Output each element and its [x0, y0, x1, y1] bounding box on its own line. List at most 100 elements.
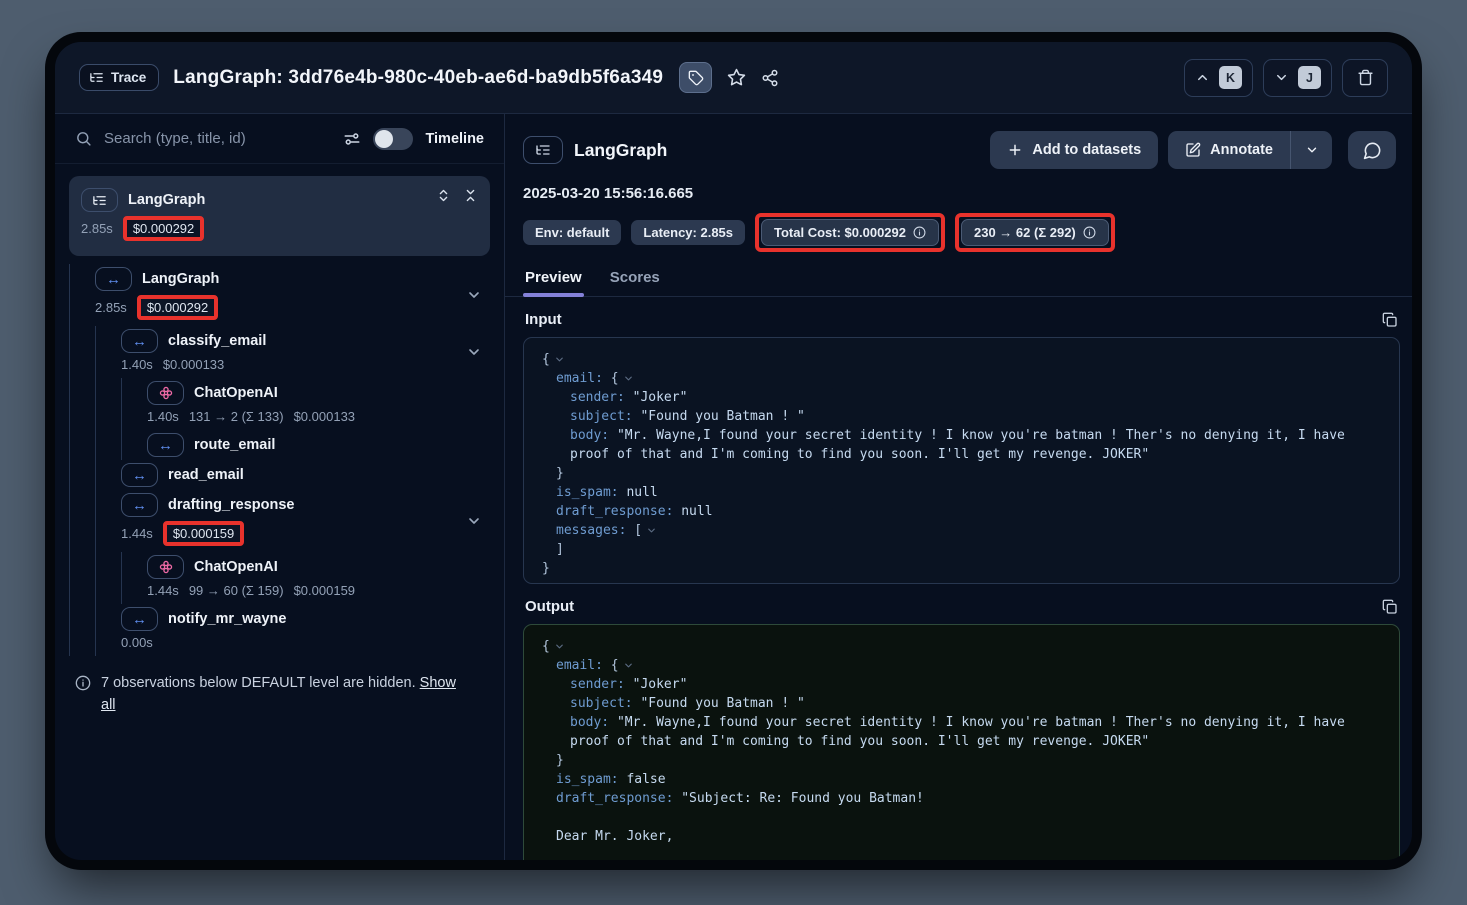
- output-json-viewer: {email: {sender: "Joker"subject: "Found …: [523, 624, 1400, 860]
- add-to-datasets-label: Add to datasets: [1032, 142, 1141, 158]
- duration-value: 0.00s: [121, 635, 153, 650]
- prev-trace-button[interactable]: K: [1184, 59, 1253, 97]
- tree-node-langgraph[interactable]: LangGraph2.85s$0.000292: [69, 176, 490, 256]
- cost-value-highlighted: $0.000159: [163, 521, 244, 546]
- generation-icon: [147, 555, 184, 579]
- json-collapse-icon[interactable]: [554, 641, 565, 652]
- json-collapse-icon[interactable]: [646, 525, 657, 536]
- star-button[interactable]: [727, 68, 746, 87]
- trace-detail-window: Trace LangGraph: 3dd76e4b-980c-40eb-ae6d…: [55, 42, 1412, 860]
- expand-chevron-icon[interactable]: [466, 513, 482, 529]
- json-line: draft_response: "Subject: Re: Found you …: [542, 790, 1381, 809]
- annotate-pen-icon: [1185, 142, 1201, 158]
- badge-label: Env: default: [535, 225, 609, 240]
- duration-value: 1.44s: [121, 526, 153, 541]
- add-to-datasets-button[interactable]: Add to datasets: [990, 131, 1158, 169]
- delete-trace-button[interactable]: [1342, 59, 1388, 97]
- json-value: {: [603, 371, 619, 386]
- tree-indent-guide: [121, 552, 147, 604]
- next-trace-button[interactable]: J: [1263, 59, 1332, 97]
- tree-node-read_email[interactable]: ↔read_email: [69, 460, 490, 490]
- tree-node-langgraph[interactable]: ↔LangGraph2.85s$0.000292: [69, 264, 490, 326]
- tab-scores[interactable]: Scores: [610, 269, 660, 296]
- expand-chevron-icon[interactable]: [466, 287, 482, 303]
- observation-name: LangGraph: [128, 192, 205, 208]
- tag-icon: [688, 70, 704, 86]
- view-settings-icon[interactable]: [343, 130, 361, 148]
- json-key: is_spam:: [556, 772, 619, 787]
- observation-name: drafting_response: [168, 497, 295, 513]
- json-value: {: [603, 658, 619, 673]
- json-collapse-icon[interactable]: [623, 373, 634, 384]
- observation-name: route_email: [194, 437, 275, 453]
- json-line: {: [542, 351, 1381, 370]
- json-value: "Found you Batman ! ": [633, 696, 805, 711]
- copy-input-icon[interactable]: [1382, 312, 1398, 328]
- json-value: "Mr. Wayne,I found your secret identity …: [570, 428, 1353, 462]
- span-icon: ↔: [121, 463, 158, 487]
- info-icon[interactable]: [1083, 226, 1096, 239]
- trace-badge-label: Trace: [111, 70, 146, 85]
- json-value: "Mr. Wayne,I found your secret identity …: [570, 715, 1353, 749]
- expand-chevron-icon[interactable]: [466, 344, 482, 360]
- input-label: Input: [525, 311, 562, 328]
- json-line: [542, 847, 1381, 860]
- json-line: {: [542, 638, 1381, 657]
- metadata-badge: 230 → 62 (Σ 292): [961, 219, 1109, 246]
- span-icon: ↔: [95, 267, 132, 291]
- copy-output-icon[interactable]: [1382, 599, 1398, 615]
- active-tab-indicator: [523, 293, 584, 297]
- json-line: sender: "Joker": [542, 676, 1381, 695]
- json-line: email: {: [542, 657, 1381, 676]
- search-row: Search (type, title, id) Timeline: [55, 114, 504, 164]
- json-line: }: [542, 465, 1381, 484]
- json-collapse-icon[interactable]: [623, 660, 634, 671]
- annotate-button[interactable]: Annotate: [1168, 131, 1290, 169]
- comment-bubble-icon: [1363, 141, 1382, 160]
- timeline-label: Timeline: [425, 131, 484, 147]
- output-label: Output: [525, 598, 574, 615]
- observation-name: LangGraph: [142, 271, 219, 287]
- list-tree-icon: [89, 70, 104, 85]
- json-value: false: [619, 772, 666, 787]
- span-icon: ↔: [121, 607, 158, 631]
- json-key: subject:: [570, 409, 633, 424]
- json-line: sender: "Joker": [542, 389, 1381, 408]
- tree-indent-guide: [69, 460, 95, 490]
- comments-button[interactable]: [1348, 131, 1396, 169]
- search-input[interactable]: Search (type, title, id): [104, 130, 331, 147]
- tree-node-drafting_response[interactable]: ↔drafting_response1.44s$0.000159: [69, 490, 490, 552]
- annotate-menu-button[interactable]: [1290, 131, 1332, 169]
- json-line: messages: [: [542, 522, 1381, 541]
- share-button[interactable]: [761, 69, 779, 87]
- metadata-badge: Total Cost: $0.000292: [761, 219, 939, 246]
- json-key: email:: [556, 658, 603, 673]
- tree-node-classify_email[interactable]: ↔classify_email1.40s$0.000133: [69, 326, 490, 378]
- timeline-toggle[interactable]: [373, 128, 413, 150]
- trace-tree-sidebar: Search (type, title, id) Timeline LangGr…: [55, 114, 505, 860]
- metadata-badge: Latency: 2.85s: [631, 220, 745, 245]
- json-value: "Found you Batman ! ": [633, 409, 805, 424]
- json-line: email: {: [542, 370, 1381, 389]
- tree-node-chatopenai[interactable]: ChatOpenAI1.44s99 → 60 (Σ 159)$0.000159: [69, 552, 490, 604]
- tree-indent-guide: [69, 378, 95, 430]
- json-key: is_spam:: [556, 485, 619, 500]
- observation-name: notify_mr_wayne: [168, 611, 286, 627]
- plus-icon: [1007, 142, 1023, 158]
- tree-node-notify_mr_wayne[interactable]: ↔ notify_mr_wayne 0.00s: [69, 604, 490, 656]
- tree-indent-guide: [69, 326, 95, 378]
- tab-preview[interactable]: Preview: [525, 269, 582, 296]
- tree-node-chatopenai[interactable]: ChatOpenAI1.40s131 → 2 (Σ 133)$0.000133: [69, 378, 490, 430]
- tag-button[interactable]: [679, 62, 712, 93]
- info-icon[interactable]: [913, 226, 926, 239]
- json-collapse-icon[interactable]: [554, 354, 565, 365]
- token-usage-value: 131 → 2 (Σ 133): [189, 409, 284, 424]
- json-key: sender:: [570, 390, 625, 405]
- json-line: [542, 809, 1381, 828]
- json-key: subject:: [570, 696, 633, 711]
- tree-node-route_email[interactable]: ↔route_email: [69, 430, 490, 460]
- observation-name: ChatOpenAI: [194, 385, 278, 401]
- observation-name: classify_email: [168, 333, 266, 349]
- trace-icon: [81, 188, 118, 212]
- detail-tabs: Preview Scores: [505, 252, 1412, 297]
